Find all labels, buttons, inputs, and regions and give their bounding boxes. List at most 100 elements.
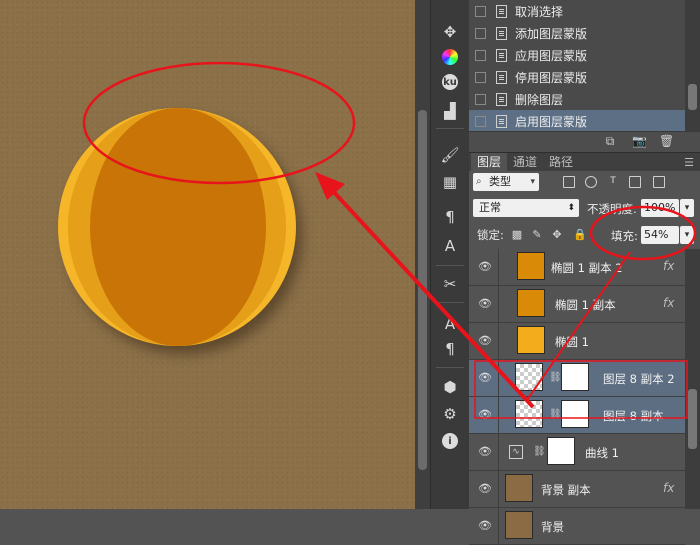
- layer-name: 椭圆 1: [555, 335, 589, 349]
- right-panel: 取消选择 添加图层蒙版 应用图层蒙版 停用图层蒙版 删除图层 启用图层蒙版 ⧉ …: [469, 0, 700, 545]
- layers-scrollbar[interactable]: [685, 249, 700, 509]
- history-checkbox[interactable]: [475, 27, 486, 39]
- history-checkbox[interactable]: [475, 49, 486, 61]
- 3d-icon[interactable]: ⬢: [438, 377, 462, 397]
- history-item[interactable]: 应用图层蒙版: [469, 44, 685, 67]
- layer-name: 背景 副本: [541, 483, 591, 497]
- lock-all-icon[interactable]: 🔒: [573, 229, 587, 241]
- paragraph-icon[interactable]: ¶: [438, 339, 462, 359]
- canvas-scroll-thumb[interactable]: [418, 110, 427, 470]
- fill-dropdown-icon[interactable]: ▾: [680, 226, 694, 244]
- history-state-icon: [496, 26, 507, 40]
- opacity-input[interactable]: 100%: [641, 199, 679, 217]
- layer-thumbnail: [517, 289, 545, 317]
- info-icon[interactable]: i: [438, 431, 462, 451]
- document-canvas[interactable]: [0, 0, 415, 509]
- mask-link-icon[interactable]: ⛓: [549, 372, 562, 384]
- blend-mode-select[interactable]: 正常 ⬍: [473, 199, 579, 217]
- tab-layers[interactable]: 图层: [471, 153, 508, 171]
- history-checkbox[interactable]: [475, 71, 486, 83]
- layer-name: 椭圆 1 副本 2: [551, 261, 623, 275]
- history-item[interactable]: 取消选择: [469, 0, 685, 23]
- history-item[interactable]: 删除图层: [469, 88, 685, 111]
- layer-mask-thumbnail[interactable]: [561, 400, 589, 428]
- history-scrollbar[interactable]: [685, 0, 700, 131]
- blend-mode-value: 正常: [479, 201, 501, 214]
- visibility-eye-icon[interactable]: 👁: [478, 483, 492, 495]
- visibility-eye-icon[interactable]: 👁: [478, 335, 492, 347]
- character-style-icon[interactable]: A: [438, 236, 462, 256]
- layers-list: 👁 椭圆 1 副本 2 fx 👁 椭圆 1 副本 fx 👁 椭圆 1 👁 ⛓ 图…: [469, 249, 685, 545]
- visibility-eye-icon[interactable]: 👁: [478, 298, 492, 310]
- fx-icon[interactable]: fx: [663, 296, 674, 310]
- pan-icon[interactable]: ✥: [438, 22, 462, 42]
- text-icon[interactable]: A: [438, 314, 462, 334]
- history-item-label: 启用图层蒙版: [515, 114, 588, 129]
- trash-icon[interactable]: 🗑: [659, 135, 674, 148]
- lock-row: 锁定: ▩ ✎ ✥ 🔒 填充: 54% ▾: [469, 223, 700, 247]
- filter-adjustment-icon[interactable]: [585, 176, 597, 188]
- layer-thumbnail: [505, 511, 533, 539]
- opacity-dropdown-icon[interactable]: ▾: [680, 199, 694, 217]
- visibility-eye-icon[interactable]: 👁: [478, 372, 492, 384]
- tab-paths[interactable]: 路径: [543, 153, 579, 171]
- fx-icon[interactable]: fx: [663, 481, 674, 495]
- opacity-label: 不透明度:: [587, 202, 637, 216]
- history-state-icon: [496, 48, 507, 62]
- layer-row-selected[interactable]: 👁 ⛓ 图层 8 副本: [469, 397, 685, 434]
- layer-row[interactable]: 👁 椭圆 1 副本 2 fx: [469, 249, 685, 286]
- snapshot-camera-icon[interactable]: 📷: [632, 135, 647, 148]
- history-checkbox[interactable]: [475, 115, 486, 127]
- lock-move-icon[interactable]: ✥: [551, 229, 563, 241]
- history-state-icon: [496, 114, 507, 128]
- filter-smart-object-icon[interactable]: [653, 176, 665, 188]
- layer-mask-thumbnail[interactable]: [561, 363, 589, 391]
- divider: [436, 128, 464, 129]
- divider: [436, 302, 464, 303]
- history-item-label: 添加图层蒙版: [515, 26, 588, 41]
- kuler-icon[interactable]: ku: [438, 72, 462, 92]
- history-item[interactable]: 停用图层蒙版: [469, 66, 685, 89]
- mask-link-icon[interactable]: ⛓: [549, 409, 562, 421]
- lock-transparent-icon[interactable]: ▩: [511, 229, 523, 241]
- color-wheel-icon[interactable]: [438, 47, 462, 67]
- layer-row[interactable]: 👁 背景: [469, 508, 685, 545]
- search-icon: ⌕: [476, 176, 482, 187]
- history-checkbox[interactable]: [475, 93, 486, 105]
- layer-row[interactable]: 👁 椭圆 1 副本 fx: [469, 286, 685, 323]
- histogram-icon[interactable]: ▟: [438, 101, 462, 121]
- brush-icon[interactable]: 🖌: [438, 145, 462, 165]
- fill-input[interactable]: 54%: [641, 226, 679, 244]
- history-item-selected[interactable]: 启用图层蒙版: [469, 110, 685, 133]
- filter-shape-icon[interactable]: [629, 176, 641, 188]
- layer-row-selected[interactable]: 👁 ⛓ 图层 8 副本 2: [469, 360, 685, 397]
- chevron-down-icon: ▾: [530, 177, 535, 187]
- panel-menu-icon[interactable]: ☰: [684, 156, 694, 169]
- visibility-eye-icon[interactable]: 👁: [478, 409, 492, 421]
- history-item-label: 取消选择: [515, 4, 564, 19]
- layer-row[interactable]: 👁 背景 副本 fx: [469, 471, 685, 508]
- layer-row[interactable]: 👁 椭圆 1: [469, 323, 685, 360]
- tab-channels[interactable]: 通道: [507, 153, 543, 171]
- history-checkbox[interactable]: [475, 5, 486, 17]
- properties-icon[interactable]: ⚙: [438, 404, 462, 424]
- swatch-icon[interactable]: ▦: [438, 172, 462, 192]
- divider: [436, 367, 464, 368]
- mask-link-icon[interactable]: ⛓: [533, 446, 546, 458]
- canvas-scrollbar[interactable]: [415, 0, 430, 509]
- lock-paint-icon[interactable]: ✎: [531, 229, 543, 241]
- layer-row[interactable]: 👁 ∿ ⛓ 曲线 1: [469, 434, 685, 471]
- tools-icon[interactable]: ✂: [438, 274, 462, 294]
- visibility-eye-icon[interactable]: 👁: [478, 446, 492, 458]
- paragraph-style-icon[interactable]: ¶: [438, 207, 462, 227]
- new-document-from-state-icon[interactable]: ⧉: [603, 135, 617, 148]
- fx-icon[interactable]: fx: [663, 259, 674, 273]
- layer-mask-thumbnail[interactable]: [547, 437, 575, 465]
- history-item[interactable]: 添加图层蒙版: [469, 22, 685, 45]
- layer-filter-select[interactable]: ⌕ 类型 ▾: [473, 173, 539, 191]
- divider: [436, 265, 464, 266]
- visibility-eye-icon[interactable]: 👁: [478, 520, 492, 532]
- visibility-eye-icon[interactable]: 👁: [478, 261, 492, 273]
- history-toolbar: ⧉ 📷 🗑: [469, 131, 700, 152]
- filter-pixel-icon[interactable]: [563, 176, 575, 188]
